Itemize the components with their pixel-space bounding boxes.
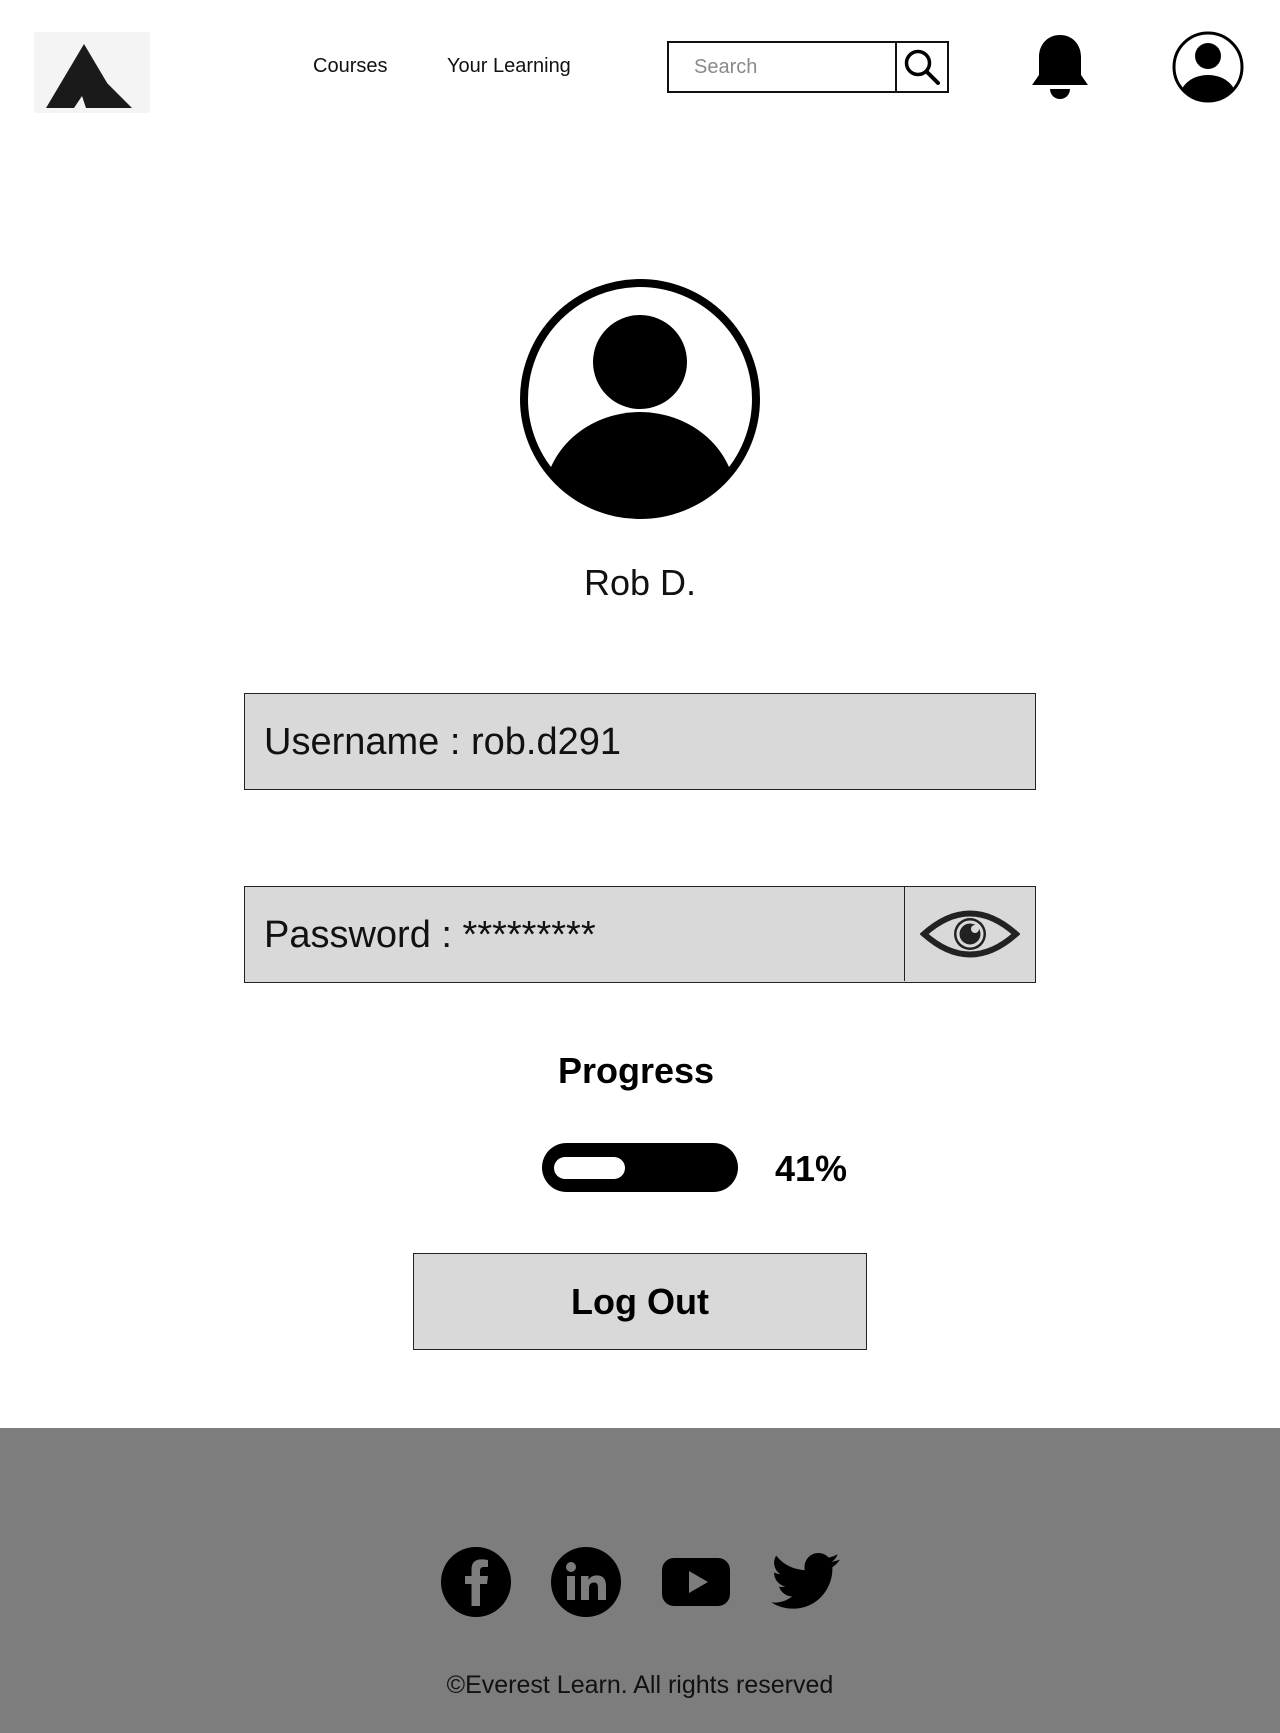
username-label: Username : [264,721,471,763]
twitter-link[interactable] [770,1546,842,1618]
progress-bar-fill [554,1157,625,1179]
profile-name: Rob D. [583,562,697,603]
footer: ©Everest Learn. All rights reserved [0,1428,1280,1733]
nav-your-learning[interactable]: Your Learning [447,55,571,78]
youtube-icon [662,1558,730,1606]
eye-icon [920,910,1020,958]
facebook-icon [441,1547,511,1617]
twitter-icon [771,1553,840,1609]
linkedin-link[interactable] [550,1546,622,1618]
progress-value: 41% [775,1148,848,1189]
logout-button[interactable]: Log Out [413,1253,867,1350]
user-avatar-icon [1172,31,1244,103]
search-button[interactable] [895,43,947,91]
password-value: ********* [462,914,596,956]
profile-avatar [519,278,761,525]
username-field: Username : rob.d291 [244,693,1036,790]
progress-title: Progress [557,1050,715,1091]
linkedin-icon [551,1547,621,1617]
copyright-text: ©Everest Learn. All rights reserved [446,1671,834,1699]
username-value: rob.d291 [470,721,621,763]
search-bar [667,41,949,93]
password-label: Password : [264,914,463,956]
progress-bar [542,1143,738,1192]
nav-courses[interactable]: Courses [313,55,387,78]
password-field: Password : ********* [244,886,1036,983]
facebook-link[interactable] [440,1546,512,1618]
show-password-button[interactable] [904,887,1035,981]
bell-icon [1032,35,1088,99]
user-avatar-icon [520,279,760,519]
search-icon [904,49,940,85]
youtube-link[interactable] [660,1546,732,1618]
search-input[interactable] [669,43,897,91]
logo[interactable] [34,32,150,113]
mountain-logo-icon [46,44,132,108]
notifications-button[interactable] [1030,33,1090,106]
account-button[interactable] [1172,31,1244,108]
